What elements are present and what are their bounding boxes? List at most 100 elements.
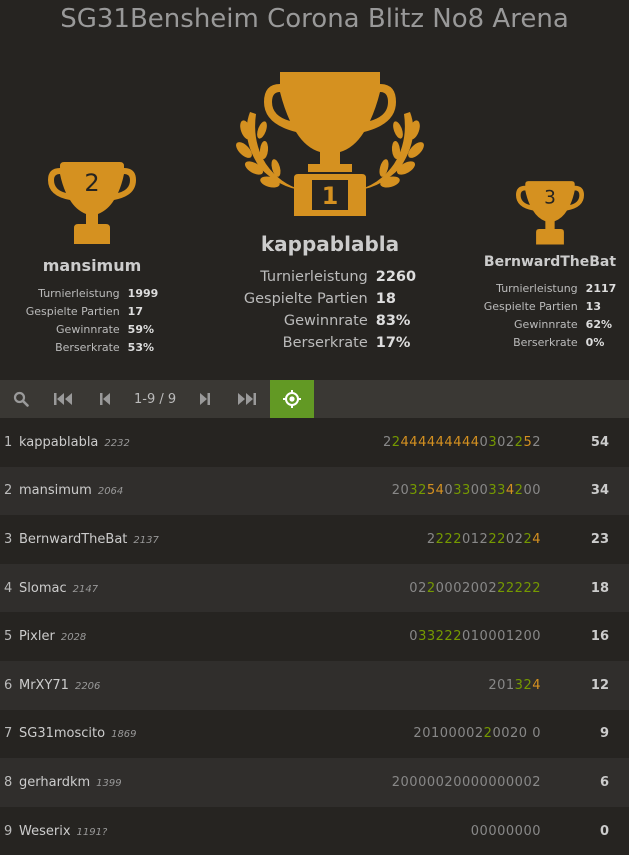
place-number: 3 [544, 188, 556, 209]
next-page-button[interactable] [184, 380, 226, 418]
total-score: 54 [590, 434, 609, 450]
player-name[interactable]: SG31moscito [19, 726, 105, 741]
trophy-icon: 2 [48, 162, 136, 244]
rank-number: 8 [4, 774, 13, 790]
player-name[interactable]: gerhardkm [19, 775, 90, 790]
podium-player-name[interactable]: kappablabla [222, 232, 438, 256]
player-cell[interactable]: BernwardTheBat 2137 [19, 532, 159, 547]
rank-number: 4 [4, 580, 13, 596]
score-sheet: 2010000220020 0 [413, 726, 541, 742]
stat-value: 1999 [127, 287, 159, 300]
score-sheet: 224444444440302252 [382, 434, 541, 450]
stat-label: Berserkrate [513, 336, 578, 349]
player-rating: 1399 [96, 777, 122, 789]
pager-range: 1-9 / 9 [134, 391, 177, 407]
player-cell[interactable]: Pixler 2028 [19, 629, 86, 644]
podium-stats: Turnierleistung 2260 Gespielte Partien 18 … [244, 266, 416, 354]
player-cell[interactable]: SG31moscito 1869 [19, 726, 137, 741]
stat-value: 18 [375, 291, 396, 307]
podium-second: 2 mansimum Turnierleistung 1999 Gespielte… [12, 158, 172, 357]
search-button[interactable] [0, 380, 42, 418]
total-score: 9 [599, 726, 609, 742]
total-score: 0 [599, 823, 609, 839]
stat-label: Berserkrate [282, 335, 368, 351]
stat-value: 59% [127, 323, 155, 336]
player-name[interactable]: Slomac [19, 581, 67, 596]
player-cell[interactable]: MrXY71 2206 [19, 678, 100, 693]
stat-label: Gespielte Partien [243, 291, 368, 307]
search-icon [13, 391, 29, 407]
focus-me-button[interactable] [270, 380, 315, 418]
rank-number: 7 [4, 726, 13, 742]
score-sheet: 2222012220224 [426, 531, 541, 547]
trophy-icon: 3 [516, 181, 584, 245]
podium-player-name[interactable]: BernwardTheBat [472, 254, 628, 270]
podium-stats: Turnierleistung 2117 Gespielte Partien 13 … [484, 280, 617, 352]
player-rating: 2206 [74, 680, 101, 692]
player-rating: 1191? [76, 826, 108, 838]
total-score: 12 [590, 677, 609, 693]
player-cell[interactable]: Weserix 1191? [19, 824, 107, 839]
player-name[interactable]: Weserix [19, 824, 71, 839]
stat-label: Gewinnrate [56, 323, 120, 336]
total-score: 6 [599, 774, 609, 790]
table-row[interactable]: 4 Slomac 2147 022000200222222 18 [0, 563, 629, 613]
last-page-button[interactable] [226, 380, 268, 418]
stat-value: 2117 [585, 282, 617, 295]
player-cell[interactable]: mansimum 2064 [19, 483, 123, 498]
stat-value: 0% [585, 336, 605, 349]
first-page-button[interactable] [42, 380, 84, 418]
stat-label: Turnierleistung [260, 269, 368, 285]
podium-stats: Turnierleistung 1999 Gespielte Partien 17 … [26, 285, 159, 357]
total-score: 18 [590, 580, 609, 596]
focus-me-icon [283, 390, 302, 408]
rank-number: 2 [4, 483, 13, 499]
score-sheet: 033222010001200 [409, 629, 541, 645]
table-row[interactable]: 9 Weserix 1191? 00000000 0 [0, 806, 629, 855]
stat-label: Gespielte Partien [483, 300, 578, 313]
standings-table: 1 kappablabla 2232 224444444440302252 54 2 man… [0, 418, 629, 855]
score-sheet: 20000020000000002 [391, 774, 541, 790]
player-rating: 2137 [133, 534, 159, 546]
total-score: 34 [590, 483, 609, 499]
score-sheet: 00000000 [470, 823, 541, 839]
table-row[interactable]: 5 Pixler 2028 033222010001200 16 [0, 612, 629, 661]
stat-label: Gewinnrate [283, 313, 368, 329]
table-row[interactable]: 3 BernwardTheBat 2137 2222012220224 23 [0, 515, 629, 564]
rank-number: 5 [4, 629, 13, 645]
stat-value: 2260 [375, 269, 417, 285]
podium-player-name[interactable]: mansimum [12, 256, 172, 275]
player-name[interactable]: MrXY71 [19, 678, 69, 693]
podium-first: 1 kappablabla Turnierleistung 2260 Gespie… [222, 68, 438, 354]
player-name[interactable]: kappablabla [19, 435, 98, 450]
trophy-with-laurels-icon: 1 [236, 72, 424, 216]
player-name[interactable]: Pixler [19, 629, 55, 644]
player-name[interactable]: mansimum [19, 483, 92, 498]
score-sheet: 201324 [488, 677, 541, 693]
player-name[interactable]: BernwardTheBat [19, 532, 127, 547]
stat-label: Turnierleistung [38, 287, 120, 300]
prev-page-button[interactable] [84, 380, 126, 418]
table-row[interactable]: 8 gerhardkm 1399 20000020000000002 6 [0, 758, 629, 807]
table-row[interactable]: 1 kappablabla 2232 224444444440302252 54 [0, 418, 629, 467]
stat-value: 83% [375, 313, 411, 329]
table-row[interactable]: 6 MrXY71 2206 201324 12 [0, 660, 629, 710]
stat-value: 13 [585, 300, 601, 313]
stat-value: 53% [127, 341, 155, 354]
first-page-icon [54, 393, 72, 405]
rank-number: 1 [4, 434, 13, 450]
table-row[interactable]: 7 SG31moscito 1869 2010000220020 0 9 [0, 709, 629, 759]
table-row[interactable]: 2 mansimum 2064 20325403300334200 34 [0, 466, 629, 516]
last-page-icon [238, 393, 257, 405]
place-number: 1 [322, 182, 339, 210]
player-rating: 1869 [111, 729, 137, 741]
player-rating: 2064 [97, 486, 124, 498]
player-cell[interactable]: gerhardkm 1399 [19, 775, 122, 790]
rank-number: 3 [4, 531, 13, 547]
podium-third: 3 BernwardTheBat Turnierleistung 2117 Ges… [472, 178, 628, 352]
player-cell[interactable]: Slomac 2147 [19, 581, 98, 596]
tournament-title: SG31Bensheim Corona Blitz No8 Arena [60, 4, 569, 34]
player-cell[interactable]: kappablabla 2232 [19, 435, 130, 450]
stat-value: 17 [127, 305, 143, 318]
rank-number: 9 [4, 823, 13, 839]
